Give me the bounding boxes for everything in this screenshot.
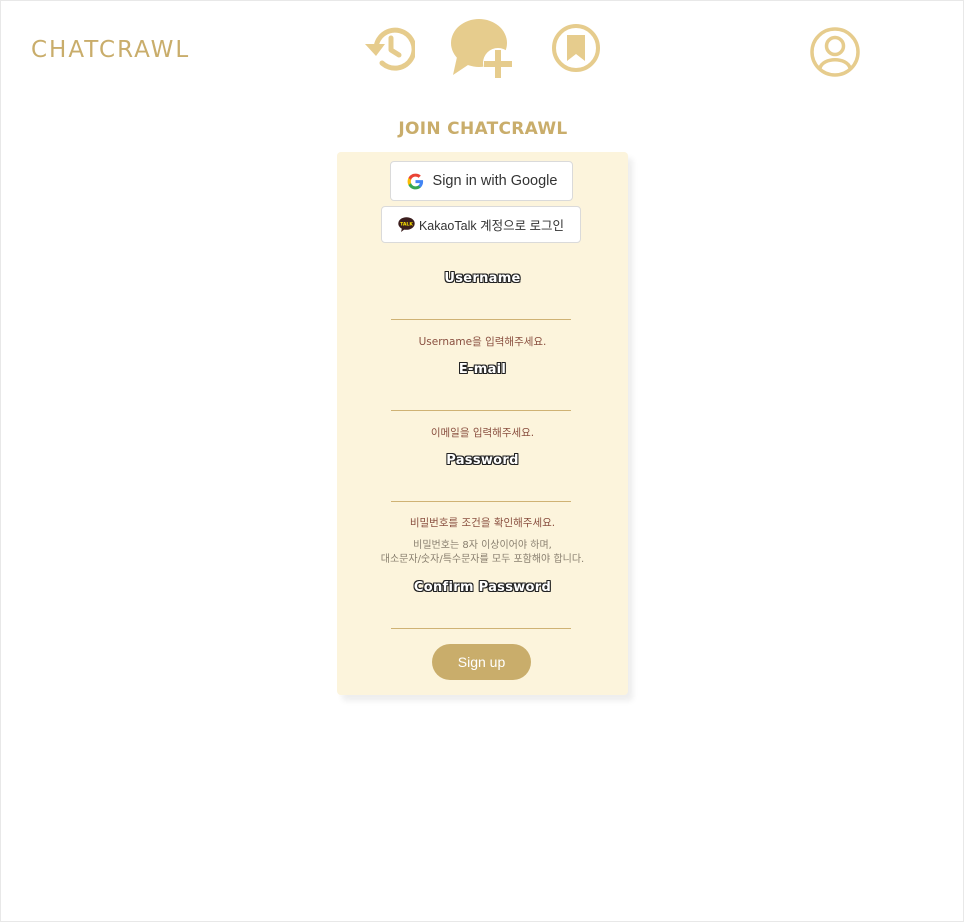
profile-icon[interactable]	[809, 26, 861, 78]
username-error: Username을 입력해주세요.	[418, 336, 547, 348]
history-icon[interactable]	[361, 25, 415, 73]
kakao-signin-label: KakaoTalk 계정으로 로그인	[418, 219, 565, 233]
signup-button[interactable]: Sign up	[432, 644, 531, 680]
password-error: 비밀번호를 조건을 확인해주세요.	[409, 517, 556, 529]
app-logo[interactable]: CHATCRAWL	[31, 37, 190, 63]
google-signin-label: Sign in with Google	[432, 173, 558, 189]
page-title: JOIN CHATCRAWL	[398, 119, 568, 139]
google-signin-button[interactable]: Sign in with Google	[390, 161, 573, 201]
password-input[interactable]	[391, 480, 571, 502]
email-input[interactable]	[391, 389, 571, 411]
new-chat-icon[interactable]	[449, 17, 515, 79]
password-hint-line1: 비밀번호는 8자 이상이어야 하며,	[413, 540, 552, 551]
confirm-password-input[interactable]	[391, 607, 571, 629]
confirm-password-label: Confirm Password	[413, 580, 552, 595]
email-label: E-mail	[458, 362, 507, 377]
svg-text:TALK: TALK	[400, 221, 413, 227]
kakao-signin-button[interactable]: TALK KakaoTalk 계정으로 로그인	[381, 206, 581, 243]
signup-card: Sign in with Google TALK KakaoTalk 계정으로 …	[337, 152, 628, 695]
kakao-talk-icon: TALK	[398, 217, 415, 232]
google-icon	[407, 173, 423, 189]
username-input[interactable]	[391, 298, 571, 320]
signup-page: CHATCRAWL JOIN CHATCRAWL Sign in with Go…	[0, 0, 964, 922]
email-error: 이메일을 입력해주세요.	[430, 427, 535, 439]
password-hint-line2: 대소문자/숫자/특수문자를 모두 포함해야 합니다.	[380, 554, 585, 565]
bookmark-icon[interactable]	[551, 23, 601, 73]
username-label: Username	[444, 271, 521, 286]
password-label: Password	[446, 453, 519, 468]
